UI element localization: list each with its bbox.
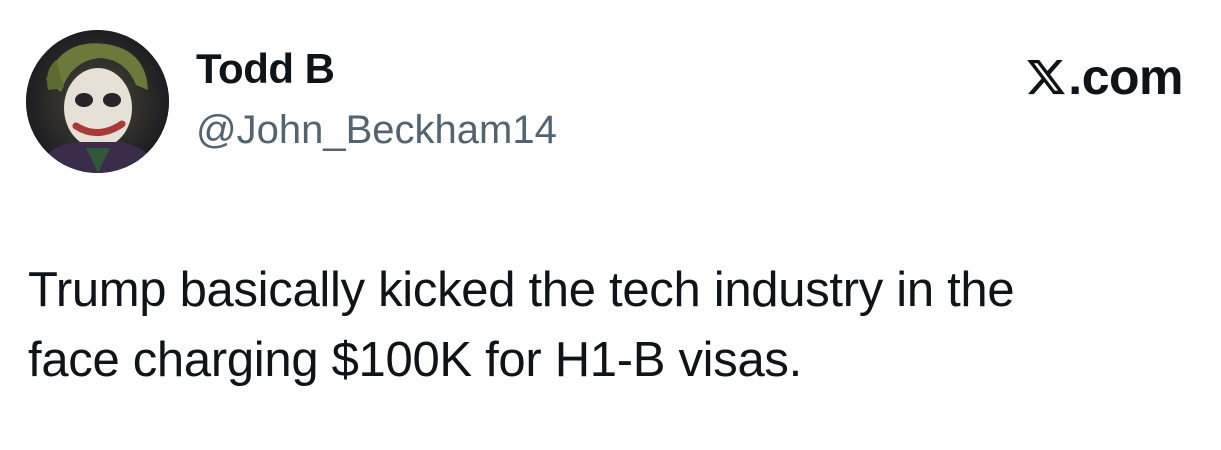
- avatar-photo: [26, 30, 169, 173]
- brand-domain-text: .com: [1068, 49, 1183, 105]
- author-handle[interactable]: @John_Beckham14: [196, 110, 557, 150]
- brand-logo: .com: [1024, 52, 1183, 102]
- tweet-text-line: face charging $100K for H1-B visas.: [28, 333, 802, 387]
- tweet-text-line: Trump basically kicked the tech industry…: [28, 263, 1015, 317]
- tweet-text: Trump basically kicked the tech industry…: [28, 255, 1198, 395]
- author-display-name[interactable]: Todd B: [196, 48, 335, 90]
- x-logo-icon: [1024, 56, 1068, 98]
- avatar[interactable]: [26, 30, 169, 173]
